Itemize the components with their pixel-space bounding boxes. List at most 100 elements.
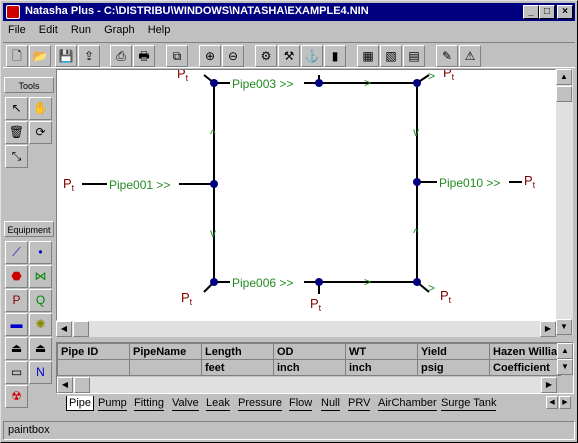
- valve-tool-icon[interactable]: ⋈: [29, 265, 52, 288]
- resize-icon[interactable]: ⤡: [5, 145, 28, 168]
- tab-pipe[interactable]: Pipe: [66, 396, 95, 411]
- rotate-icon[interactable]: ⟳: [29, 121, 52, 144]
- tab-pump[interactable]: Pump: [98, 396, 127, 411]
- grid-scroll-up-icon[interactable]: ▲: [557, 343, 573, 359]
- minimize-button[interactable]: _: [523, 5, 539, 19]
- edit-icon[interactable]: ✎: [436, 45, 458, 67]
- run-icon[interactable]: ⚙: [255, 45, 277, 67]
- column-header[interactable]: Hazen Willia: [488, 343, 562, 360]
- column-header[interactable]: Length: [201, 343, 274, 360]
- open-folder-icon[interactable]: 📂: [29, 45, 51, 67]
- menu-graph[interactable]: Graph: [99, 22, 140, 36]
- chart2-icon[interactable]: ▧: [380, 45, 402, 67]
- data-grid[interactable]: Pipe ID PipeName Length OD WT Yield Haze…: [56, 342, 574, 394]
- tab-fitting[interactable]: Fitting: [134, 396, 164, 411]
- junction-node[interactable]: [210, 79, 218, 87]
- tab-null[interactable]: Null: [321, 396, 340, 411]
- pipe-label[interactable]: Pipe010 >>: [439, 176, 500, 190]
- tab-scroll-right-icon[interactable]: ▶: [559, 396, 571, 409]
- network-icon[interactable]: ⚓: [301, 45, 323, 67]
- menu-help[interactable]: Help: [143, 22, 176, 36]
- toolbar: 🗋 📂 💾 ⇪ ⎙ 🖶 ⧉ ⊕ ⊖ ⚙ ⚒ ⚓ ▮ ▦ ▧ ▤ ✎ ⚠: [3, 42, 575, 68]
- column-header[interactable]: PipeName: [129, 343, 202, 360]
- vertical-scrollbar[interactable]: ▲ ▼: [556, 69, 573, 335]
- column-header[interactable]: OD: [273, 343, 346, 360]
- menu-run[interactable]: Run: [66, 22, 96, 36]
- junction-node[interactable]: [413, 178, 421, 186]
- junction-node[interactable]: [413, 278, 421, 286]
- pressure-node[interactable]: Pt: [440, 288, 452, 305]
- horizontal-scrollbar[interactable]: ◀ ▶: [56, 321, 556, 337]
- print-setup-icon[interactable]: ⎙: [110, 45, 132, 67]
- column-header[interactable]: WT: [345, 343, 418, 360]
- save-icon[interactable]: 💾: [55, 45, 77, 67]
- help-icon[interactable]: ⚠: [459, 45, 481, 67]
- scroll-left-icon[interactable]: ◀: [56, 321, 72, 337]
- pressure-node[interactable]: Pt: [63, 176, 75, 193]
- pressure-tool-icon[interactable]: P: [5, 289, 28, 312]
- graph-icon[interactable]: ⚒: [278, 45, 300, 67]
- grid-scroll-down-icon[interactable]: ▼: [557, 359, 573, 375]
- scroll-down-icon[interactable]: ▼: [556, 319, 572, 335]
- print-icon[interactable]: 🖶: [133, 45, 155, 67]
- chart3-icon[interactable]: ▤: [403, 45, 425, 67]
- grid-scroll-left-icon[interactable]: ◀: [57, 377, 73, 393]
- grid-hscroll[interactable]: ◀ ▶: [57, 377, 557, 393]
- select-arrow-icon[interactable]: ↖: [5, 97, 28, 120]
- column-header[interactable]: Yield: [417, 343, 490, 360]
- network-canvas[interactable]: Pipe003 >> Pipe001 >> Pipe006 >> Pipe010…: [56, 69, 556, 321]
- grid-scroll-right-icon[interactable]: ▶: [541, 377, 557, 393]
- tab-valve[interactable]: Valve: [172, 396, 199, 411]
- scroll-thumb[interactable]: [74, 377, 90, 393]
- pressure-node[interactable]: Pt: [443, 70, 455, 82]
- scroll-right-icon[interactable]: ▶: [540, 321, 556, 337]
- tab-surge-tank[interactable]: Surge Tank: [441, 396, 497, 411]
- trash-icon[interactable]: 🗑: [5, 121, 28, 144]
- junction-node[interactable]: [210, 278, 218, 286]
- pipe-label[interactable]: Pipe006 >>: [232, 276, 293, 290]
- new-file-icon[interactable]: 🗋: [6, 45, 28, 67]
- reservoir-tool-icon[interactable]: ☢: [5, 385, 28, 408]
- tab-pressure[interactable]: Pressure: [238, 396, 283, 411]
- menu-file[interactable]: File: [3, 22, 31, 36]
- pressure-node[interactable]: Pt: [181, 290, 193, 307]
- tab-flow[interactable]: Flow: [289, 396, 313, 411]
- leak-tool-icon[interactable]: ✺: [29, 313, 52, 336]
- scroll-thumb[interactable]: [556, 86, 572, 102]
- null-tool-icon[interactable]: N: [29, 361, 52, 384]
- pressure-node[interactable]: Pt: [524, 173, 536, 190]
- tab-scroll-left-icon[interactable]: ◀: [546, 396, 558, 409]
- pipe-tool-icon[interactable]: ⟋: [5, 241, 28, 264]
- copy-icon[interactable]: ⧉: [166, 45, 188, 67]
- flow-tool-icon[interactable]: Q: [29, 289, 52, 312]
- junction-node[interactable]: [210, 180, 218, 188]
- pump-tool-icon[interactable]: ⬣: [5, 265, 28, 288]
- tab-airchamber[interactable]: AirChamber: [378, 396, 437, 411]
- hand-icon[interactable]: ✋: [29, 97, 52, 120]
- menu-edit[interactable]: Edit: [34, 22, 63, 36]
- scroll-thumb[interactable]: [73, 321, 89, 337]
- fitting-tool-icon[interactable]: ▬: [5, 313, 28, 336]
- pressure-node[interactable]: Pt: [310, 296, 322, 313]
- surge-tank-tool-icon[interactable]: ⏏: [29, 337, 52, 360]
- junction-node[interactable]: [315, 79, 323, 87]
- chart1-icon[interactable]: ▦: [357, 45, 379, 67]
- column-header[interactable]: Pipe ID: [57, 343, 130, 360]
- scroll-up-icon[interactable]: ▲: [556, 69, 572, 85]
- pressure-node[interactable]: Pt: [177, 70, 189, 83]
- bar-chart-icon[interactable]: ▮: [324, 45, 346, 67]
- close-button[interactable]: ×: [557, 5, 573, 19]
- zoom-in-icon[interactable]: ⊕: [199, 45, 221, 67]
- node-tool-icon[interactable]: •: [29, 241, 52, 264]
- junction-node[interactable]: [315, 278, 323, 286]
- pipe-label[interactable]: Pipe003 >>: [232, 77, 293, 91]
- air-chamber-tool-icon[interactable]: ⏏: [5, 337, 28, 360]
- save-as-icon[interactable]: ⇪: [78, 45, 100, 67]
- maximize-button[interactable]: □: [539, 5, 555, 19]
- junction-node[interactable]: [413, 79, 421, 87]
- zoom-out-icon[interactable]: ⊖: [222, 45, 244, 67]
- prv-tool-icon[interactable]: ▭: [5, 361, 28, 384]
- pipe-label[interactable]: Pipe001 >>: [109, 178, 170, 192]
- tab-prv[interactable]: PRV: [348, 396, 371, 411]
- tab-leak[interactable]: Leak: [206, 396, 230, 411]
